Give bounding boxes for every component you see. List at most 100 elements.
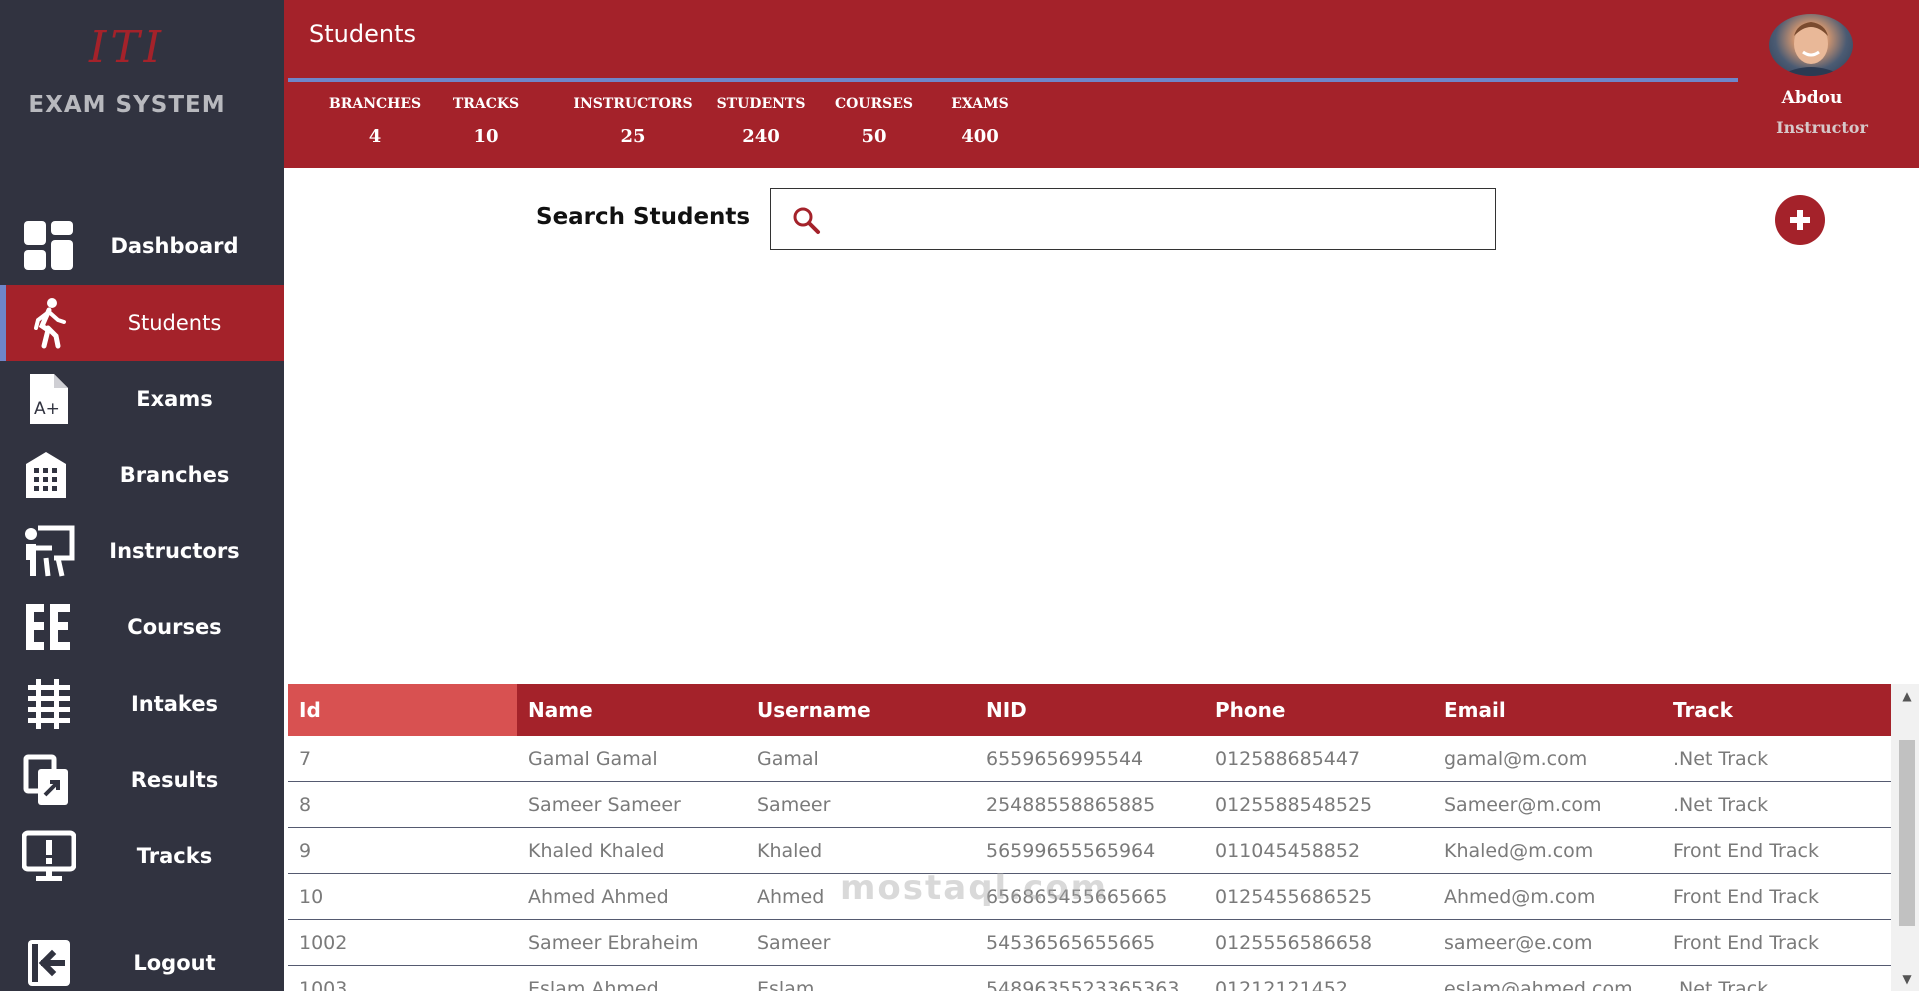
table-row[interactable]: 1002 Sameer Ebraheim Sameer 545365656556…: [288, 919, 1891, 966]
cell-email: sameer@e.com: [1433, 919, 1662, 966]
search-icon: [793, 207, 820, 234]
search-box[interactable]: [770, 188, 1496, 250]
sidebar-item-label: Dashboard: [110, 234, 239, 258]
column-header-nid[interactable]: NID: [975, 684, 1204, 736]
cell-nid: 6559656995544: [975, 736, 1204, 782]
watermark: mostaql.com: [840, 868, 1109, 908]
stat-label: STUDENTS: [716, 96, 806, 112]
table-scrollbar[interactable]: ▲ ▼: [1891, 684, 1919, 991]
page-title: Students: [309, 20, 416, 48]
cell-phone: 0125588548525: [1204, 781, 1433, 828]
stat-label: BRANCHES: [328, 96, 422, 112]
stat-value: 400: [961, 126, 999, 147]
cell-username: Sameer: [746, 781, 975, 828]
cell-email: eslam@ahmed.com: [1433, 965, 1662, 991]
svg-text:A+: A+: [34, 399, 60, 419]
user-role: Instructor: [1776, 118, 1868, 137]
sidebar-item-exams[interactable]: A+ Exams: [0, 361, 284, 437]
cell-track: .Net Track: [1662, 965, 1891, 991]
sidebar-item-label: Instructors: [109, 539, 240, 563]
courses-icon: [26, 604, 70, 650]
teacher-board-icon: [25, 525, 75, 577]
building-icon: [26, 452, 66, 498]
cell-username: Sameer: [746, 919, 975, 966]
sidebar-item-label: Intakes: [130, 692, 219, 716]
stat-value: 50: [861, 126, 887, 147]
results-document-icon: [23, 754, 68, 805]
table-row[interactable]: 9 Khaled Khaled Khaled 56599655565964 01…: [288, 827, 1891, 874]
header-divider: [288, 78, 1738, 82]
stat-instructors: INSTRUCTORS 25: [558, 96, 708, 147]
cell-name: Eslam Ahmed: [517, 965, 746, 991]
user-name: Abdou: [1781, 88, 1843, 108]
plus-icon: [1790, 210, 1810, 230]
stat-tracks: TRACKS 10: [446, 96, 526, 147]
stat-students: STUDENTS 240: [708, 96, 814, 147]
walking-person-icon: [34, 298, 66, 349]
sidebar-item-dashboard[interactable]: Dashboard: [0, 208, 284, 284]
cell-name: Sameer Sameer: [517, 781, 746, 828]
cell-phone: 0125455686525: [1204, 873, 1433, 920]
column-header-name[interactable]: Name: [517, 684, 746, 736]
cell-email: Ahmed@m.com: [1433, 873, 1662, 920]
cell-nid: 25488558865885: [975, 781, 1204, 828]
cell-id: 7: [288, 736, 517, 782]
cell-track: .Net Track: [1662, 736, 1891, 782]
sidebar-item-intakes[interactable]: Intakes: [0, 666, 284, 742]
column-header-track[interactable]: Track: [1662, 684, 1891, 736]
sidebar-item-label: Tracks: [136, 844, 213, 868]
grade-document-icon: A+: [30, 374, 68, 424]
dashboard-icon: [24, 221, 73, 270]
cell-id: 8: [288, 781, 517, 828]
column-header-id[interactable]: Id: [288, 684, 517, 736]
stat-value: 25: [620, 126, 646, 147]
sidebar-item-courses[interactable]: Courses: [0, 589, 284, 665]
avatar[interactable]: [1769, 14, 1853, 76]
stat-value: 240: [742, 126, 780, 147]
logout-button[interactable]: Logout: [0, 925, 284, 1001]
stat-label: TRACKS: [452, 96, 520, 112]
column-header-phone[interactable]: Phone: [1204, 684, 1433, 736]
scroll-up-arrow[interactable]: ▲: [1899, 688, 1915, 704]
sidebar-item-tracks[interactable]: Tracks: [0, 818, 284, 894]
stat-value: 10: [473, 126, 499, 147]
user-photo: [1779, 22, 1843, 76]
sidebar-item-label: Results: [130, 768, 219, 792]
scroll-down-arrow[interactable]: ▼: [1899, 971, 1915, 987]
cell-nid: 54536565655665: [975, 919, 1204, 966]
sidebar: ITI EXAM SYSTEM Dashboard Students A+ Ex…: [0, 0, 284, 991]
top-header: Students BRANCHES 4 TRACKS 10 INSTRUCTOR…: [284, 0, 1919, 168]
sidebar-item-label: Students: [127, 311, 222, 335]
stat-value: 4: [368, 126, 382, 147]
cell-id: 1002: [288, 919, 517, 966]
sidebar-item-branches[interactable]: Branches: [0, 437, 284, 513]
cell-track: Front End Track: [1662, 919, 1891, 966]
cell-id: 1003: [288, 965, 517, 991]
cell-email: gamal@m.com: [1433, 736, 1662, 782]
table-header-row: Id Name Username NID Phone Email Track: [288, 684, 1891, 736]
cell-name: Gamal Gamal: [517, 736, 746, 782]
table-row[interactable]: 7 Gamal Gamal Gamal 6559656995544 012588…: [288, 736, 1891, 782]
table-row[interactable]: 8 Sameer Sameer Sameer 25488558865885 01…: [288, 781, 1891, 828]
cell-name: Sameer Ebraheim: [517, 919, 746, 966]
logout-icon: [28, 940, 70, 986]
add-student-button[interactable]: [1775, 195, 1825, 245]
column-header-email[interactable]: Email: [1433, 684, 1662, 736]
cell-id: 10: [288, 873, 517, 920]
cell-nid: 56599655565964: [975, 827, 1204, 874]
table-row[interactable]: 1003 Eslam Ahmed Eslam 5489635523365363 …: [288, 965, 1891, 991]
stat-courses: COURSES 50: [824, 96, 924, 147]
iti-logo: ITI: [88, 22, 166, 73]
scroll-thumb[interactable]: [1899, 740, 1915, 926]
cell-phone: 01212121452: [1204, 965, 1433, 991]
stat-label: INSTRUCTORS: [573, 96, 693, 112]
sidebar-item-students[interactable]: Students: [0, 285, 284, 361]
search-input[interactable]: [841, 199, 1475, 239]
sidebar-item-results[interactable]: Results: [0, 742, 284, 818]
sidebar-item-instructors[interactable]: Instructors: [0, 513, 284, 589]
cell-name: Khaled Khaled: [517, 827, 746, 874]
column-header-username[interactable]: Username: [746, 684, 975, 736]
cell-username: Eslam: [746, 965, 975, 991]
cell-track: Front End Track: [1662, 827, 1891, 874]
search-label: Search Students: [536, 204, 751, 230]
